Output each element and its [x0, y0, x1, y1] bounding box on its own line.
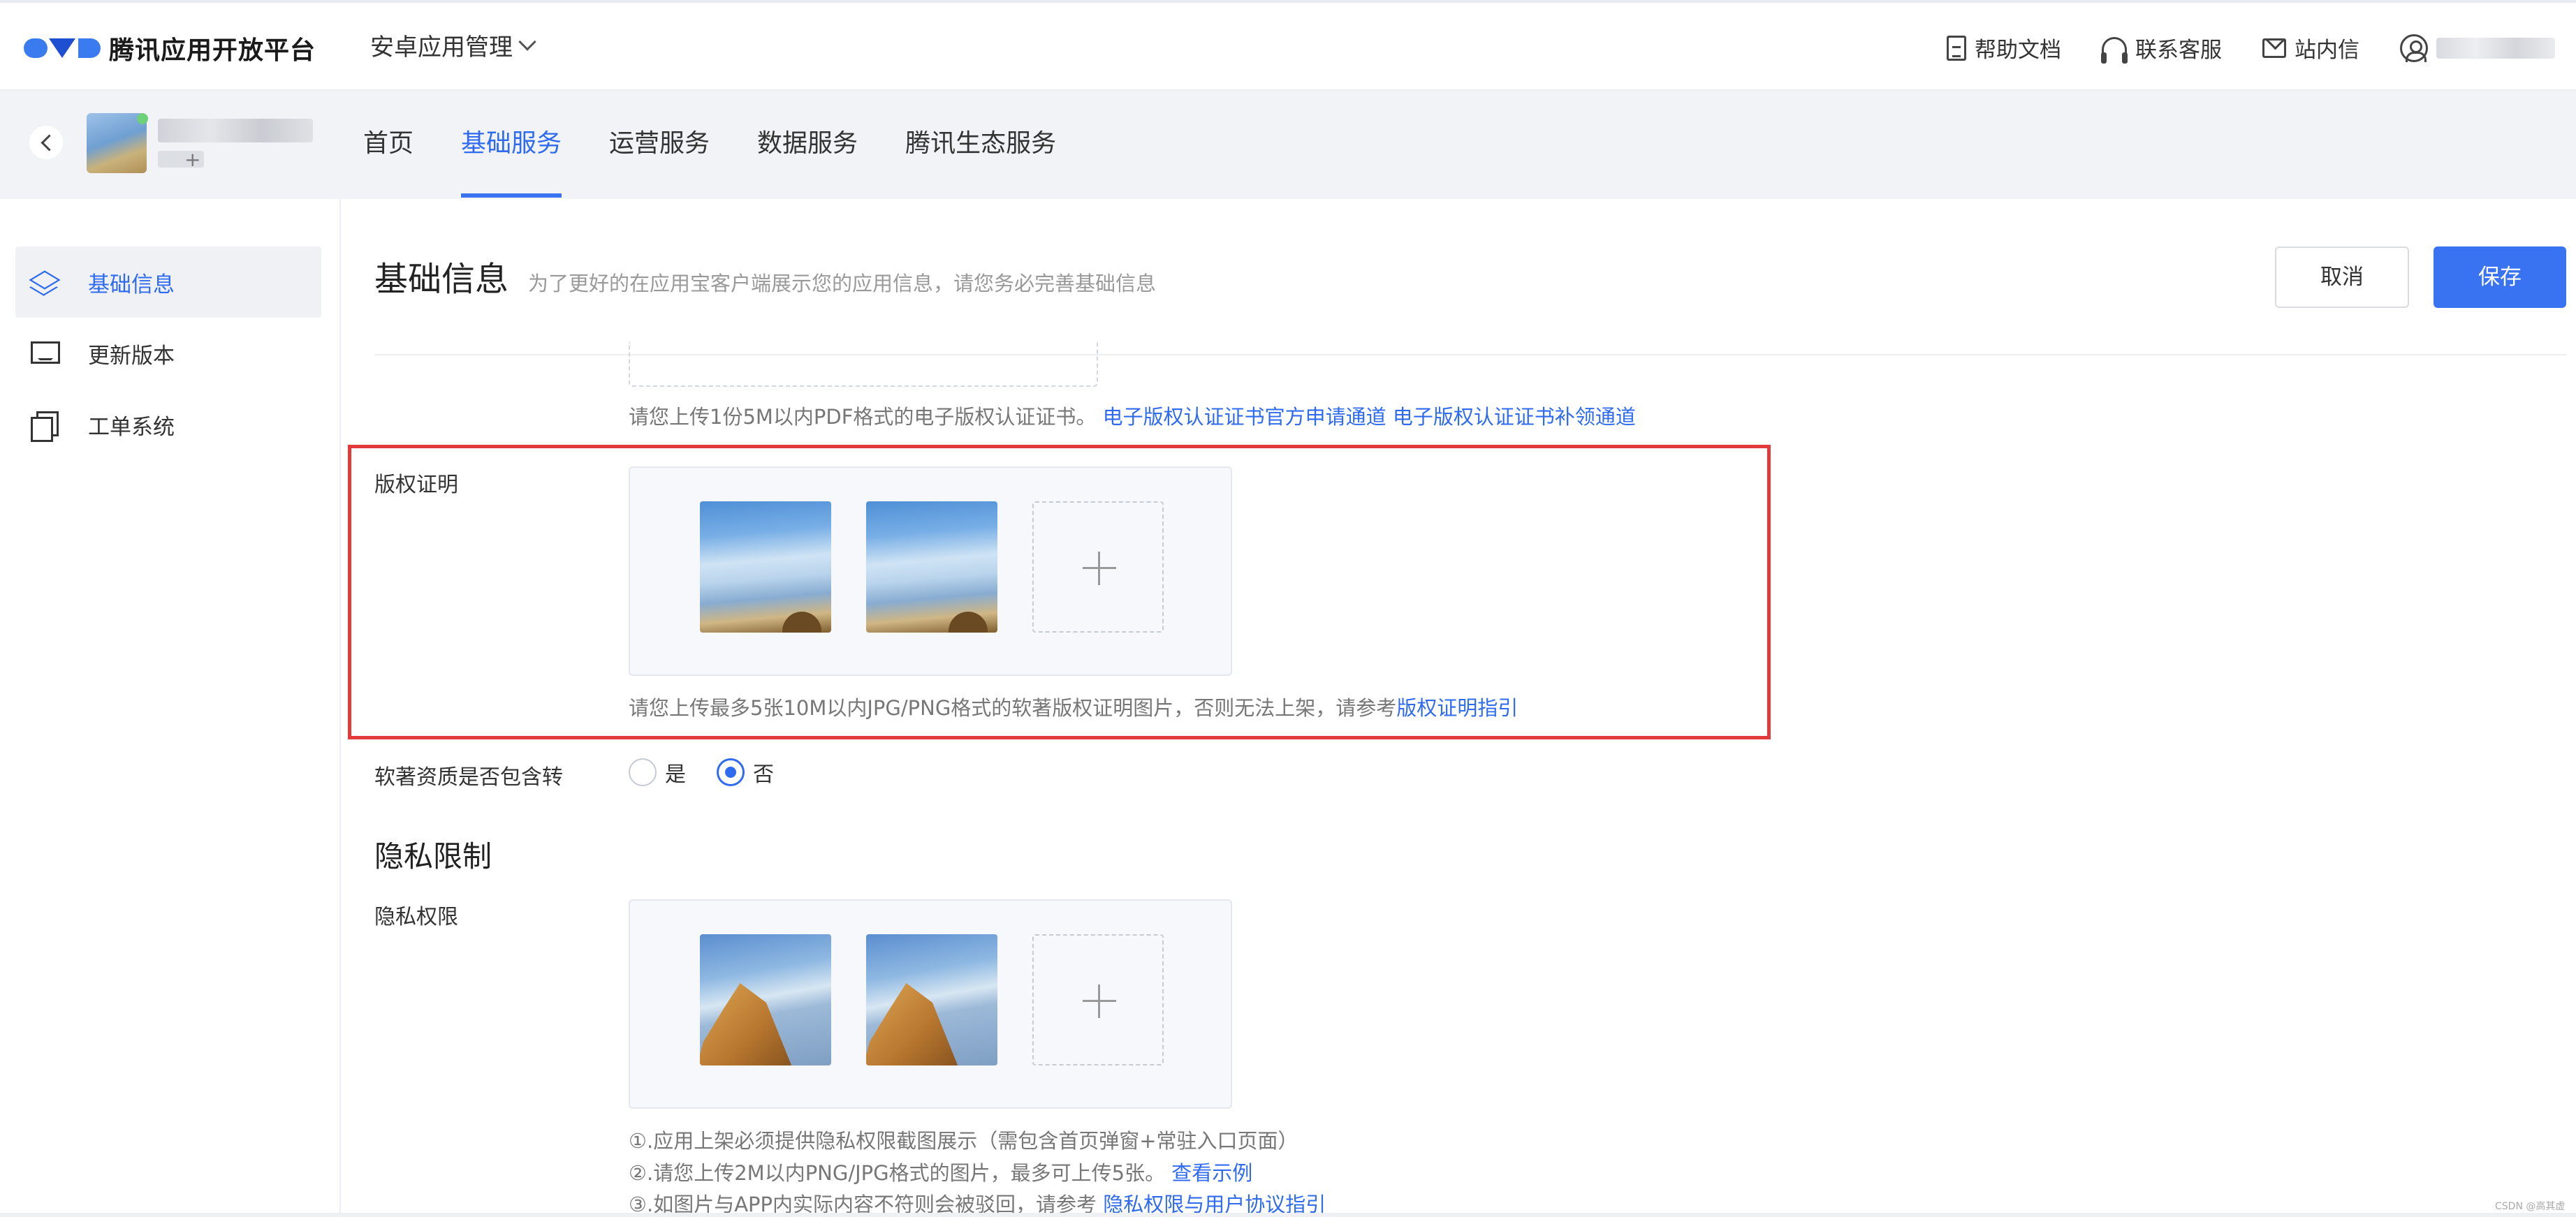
sidebar-item-label: 基础信息: [88, 272, 175, 297]
messages-label: 站内信: [2295, 38, 2359, 63]
tab-operation-services[interactable]: 运营服务: [609, 91, 710, 199]
page-title: 基础信息: [374, 260, 509, 299]
app-sub-mark: +: [184, 148, 201, 171]
save-button[interactable]: 保存: [2434, 246, 2566, 308]
chevron-down-icon: [518, 32, 536, 51]
privacy-hint-1: ①.应用上架必须提供隐私权限截图展示（需包含首页弹窗+常驻入口页面）: [629, 1129, 1298, 1153]
add-image-button[interactable]: [1032, 934, 1164, 1065]
document-icon: [1947, 35, 1966, 61]
radio-no-label: 否: [753, 762, 774, 787]
username-blurred: [2436, 37, 2555, 59]
cancel-button[interactable]: 取消: [2275, 246, 2409, 308]
privacy-section-title: 隐私限制: [374, 839, 492, 873]
top-bar: 腾讯应用开放平台 安卓应用管理 帮助文档 联系客服 站内信: [0, 0, 2576, 91]
sidebar-item-basic-info[interactable]: 基础信息: [15, 246, 321, 318]
main-nav: 首页 基础服务 运营服务 数据服务 腾讯生态服务: [363, 91, 1104, 199]
user-icon: [2400, 34, 2428, 62]
brand-name: 腾讯应用开放平台: [109, 36, 316, 65]
help-docs-label: 帮助文档: [1975, 38, 2061, 63]
headset-icon: [2101, 36, 2128, 64]
radio-yes-label: 是: [665, 762, 686, 787]
privacy-hint-2-text: ②.请您上传2M以内PNG/JPG格式的图片，最多可上传5张。: [629, 1161, 1166, 1185]
messages-link[interactable]: 站内信: [2262, 32, 2359, 64]
view-example-link[interactable]: 查看示例: [1171, 1161, 1252, 1185]
highlight-box: [348, 445, 1771, 739]
radio-no[interactable]: [717, 758, 745, 786]
top-right-links: 帮助文档 联系客服 站内信: [1906, 32, 2555, 64]
sidebar-item-ticket-system[interactable]: 工单系统: [15, 389, 321, 460]
ecert-reissue-link[interactable]: 电子版权认证证书补领通道: [1393, 405, 1636, 429]
tab-home[interactable]: 首页: [363, 91, 414, 199]
logo-mark-icon: [24, 34, 103, 62]
app-type-label: 安卓应用管理: [370, 34, 513, 61]
sidebar-item-label: 工单系统: [88, 414, 175, 440]
app-header: + 首页 基础服务 运营服务 数据服务 腾讯生态服务: [0, 91, 2576, 199]
watermark: CSDN @高其虚: [2495, 1201, 2566, 1212]
tab-tencent-ecosystem[interactable]: 腾讯生态服务: [905, 91, 1056, 199]
mail-icon: [2262, 38, 2286, 58]
monitor-icon: [29, 339, 60, 368]
help-docs-link[interactable]: 帮助文档: [1947, 32, 2061, 64]
sidebar-item-update-version[interactable]: 更新版本: [15, 318, 321, 389]
ecert-hint: 请您上传1份5M以内PDF格式的电子版权认证证书。 电子版权认证证书官方申请通道…: [629, 401, 1636, 430]
ecert-apply-link[interactable]: 电子版权认证证书官方申请通道: [1103, 405, 1386, 429]
transfer-label: 软著资质是否包含转: [374, 765, 563, 790]
ecert-upload-box[interactable]: [629, 342, 1098, 387]
app-name-blurred: [158, 119, 313, 142]
tab-data-services[interactable]: 数据服务: [757, 91, 858, 199]
user-account-menu[interactable]: [2400, 34, 2555, 62]
bottom-edge: [0, 1213, 2576, 1217]
layers-icon: [29, 267, 59, 297]
privacy-label: 隐私权限: [374, 905, 458, 929]
tab-basic-services[interactable]: 基础服务: [461, 91, 562, 199]
ecert-hint-text: 请您上传1份5M以内PDF格式的电子版权认证证书。: [629, 405, 1097, 429]
privacy-upload-panel: [629, 899, 1232, 1109]
radio-yes[interactable]: [629, 758, 657, 786]
privacy-hint-2: ②.请您上传2M以内PNG/JPG格式的图片，最多可上传5张。 查看示例: [629, 1157, 1252, 1186]
sidebar-item-label: 更新版本: [88, 343, 175, 369]
back-button[interactable]: [29, 126, 63, 159]
status-dot: [137, 113, 148, 124]
app-type-switcher[interactable]: 安卓应用管理: [370, 28, 536, 62]
page-subtitle: 为了更好的在应用宝客户端展示您的应用信息，请您务必完善基础信息: [528, 272, 1157, 295]
copy-icon: [29, 410, 59, 442]
privacy-image-2[interactable]: [866, 934, 997, 1065]
sidebar: 基础信息 更新版本 工单系统: [0, 199, 341, 1217]
platform-logo[interactable]: 腾讯应用开放平台: [24, 31, 316, 66]
privacy-image-1[interactable]: [700, 934, 831, 1065]
transfer-radio-group: 是 否: [629, 757, 805, 788]
contact-support-label: 联系客服: [2135, 38, 2222, 63]
contact-support-link[interactable]: 联系客服: [2101, 32, 2222, 64]
